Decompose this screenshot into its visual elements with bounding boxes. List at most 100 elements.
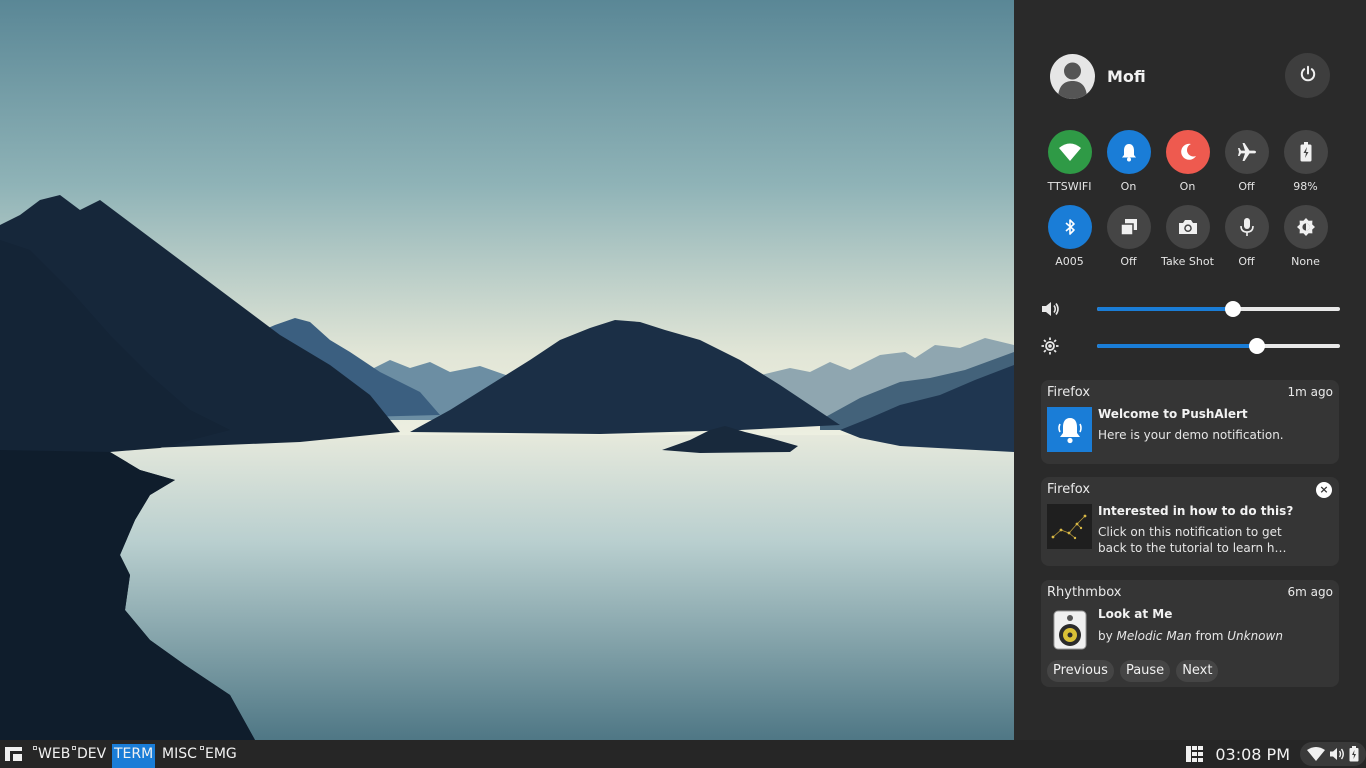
toggle-microphone[interactable]: Off xyxy=(1217,205,1276,268)
taskbar: WEB DEV TERM MISC EMG 03:08 PM xyxy=(0,740,1366,768)
brightness-track[interactable] xyxy=(1097,338,1340,354)
volume-icon xyxy=(1040,299,1060,319)
notification-tutorial[interactable]: Firefox × Interested in how to do this? … xyxy=(1041,477,1339,566)
notification-app-name: Firefox xyxy=(1047,482,1091,497)
toggle-wifi[interactable]: TTSWIFI xyxy=(1040,130,1099,193)
album-name: Unknown xyxy=(1227,629,1283,643)
artist-name: Melodic Man xyxy=(1116,629,1192,643)
avatar[interactable] xyxy=(1050,53,1095,99)
toggle-button[interactable] xyxy=(1165,205,1210,249)
workspace-emg[interactable]: EMG xyxy=(200,744,239,768)
media-controls: Previous Pause Next xyxy=(1047,660,1224,682)
workspace-term[interactable]: TERM xyxy=(112,744,156,768)
desktop-wallpaper xyxy=(0,0,1014,740)
bluetooth-icon xyxy=(1064,218,1076,236)
power-icon xyxy=(1299,65,1317,87)
toggle-brightness-auto[interactable]: None xyxy=(1276,205,1335,268)
toggle-bluetooth[interactable]: A005 xyxy=(1040,205,1099,268)
tray-indicators[interactable] xyxy=(1300,742,1366,766)
notification-media-player[interactable]: Rhythmbox 6m ago Look at Me by Melodic M… xyxy=(1041,580,1339,687)
brightness-fill xyxy=(1097,344,1258,348)
previous-button[interactable]: Previous xyxy=(1047,660,1114,682)
toggle-button[interactable] xyxy=(1106,205,1151,249)
notification-time: 6m ago xyxy=(1287,585,1333,599)
grid-layout-icon[interactable] xyxy=(1186,746,1204,762)
notification-title: Interested in how to do this? xyxy=(1098,504,1294,518)
volume-slider[interactable] xyxy=(1040,297,1340,321)
toggle-battery[interactable]: 98% xyxy=(1276,130,1335,193)
toggle-label: Take Shot xyxy=(1161,255,1214,268)
toggle-label: On xyxy=(1179,180,1196,193)
workspace-label: WEB xyxy=(38,746,71,762)
app-menu-logo-icon[interactable] xyxy=(4,745,23,763)
toggle-button[interactable] xyxy=(1283,130,1328,174)
speaker-icon xyxy=(1047,609,1092,651)
toggle-label: On xyxy=(1120,180,1137,193)
workspace-web[interactable]: WEB xyxy=(33,744,72,768)
volume-fill xyxy=(1097,307,1234,311)
notification-title: Look at Me xyxy=(1098,607,1173,621)
notification-title: Welcome to PushAlert xyxy=(1098,407,1248,421)
clock[interactable]: 03:08 PM xyxy=(1215,745,1290,764)
notification-pushalert[interactable]: Firefox 1m ago Welcome to PushAlert Here… xyxy=(1041,380,1339,464)
notification-app-name: Firefox xyxy=(1047,385,1091,400)
next-button[interactable]: Next xyxy=(1176,660,1219,682)
notification-body: Click on this notification to get back t… xyxy=(1098,525,1287,555)
bell-icon xyxy=(1120,142,1138,162)
brightness-slider[interactable] xyxy=(1040,334,1340,358)
workspace-occupied-indicator xyxy=(72,746,76,750)
wifi-icon[interactable] xyxy=(1307,747,1325,761)
control-panel: Mofi TTSWIFI On On Off 98% A005 Off Take Shot O… xyxy=(1014,0,1366,740)
toggle-label: 98% xyxy=(1293,180,1318,193)
toggle-button[interactable] xyxy=(1224,205,1269,249)
notification-body: Here is your demo notification. xyxy=(1098,428,1284,442)
workspace-label: TERM xyxy=(114,746,154,762)
workspace-misc[interactable]: MISC xyxy=(160,744,199,768)
toggle-label: A005 xyxy=(1055,255,1084,268)
pause-button[interactable]: Pause xyxy=(1119,660,1171,682)
toggle-button[interactable] xyxy=(1106,130,1151,174)
track-info: by Melodic Man from Unknown xyxy=(1098,628,1328,644)
volume-handle[interactable] xyxy=(1225,301,1242,317)
workspace-occupied-indicator xyxy=(33,746,37,750)
toggle-label: Off xyxy=(1238,255,1255,268)
close-icon[interactable]: × xyxy=(1316,482,1332,498)
by-text: by xyxy=(1098,629,1113,643)
wifi-icon xyxy=(1058,143,1081,161)
toggle-label: None xyxy=(1291,255,1320,268)
battery-icon[interactable] xyxy=(1349,746,1359,762)
toggle-button[interactable] xyxy=(1047,205,1092,249)
toggle-airplane[interactable]: Off xyxy=(1217,130,1276,193)
user-info: Mofi xyxy=(1050,53,1146,99)
toggle-bell[interactable]: On xyxy=(1099,130,1158,193)
toggle-camera[interactable]: Take Shot xyxy=(1158,205,1217,268)
workspace-occupied-indicator xyxy=(200,746,204,750)
workspace-label: EMG xyxy=(205,746,237,762)
toggle-button[interactable] xyxy=(1047,130,1092,174)
battery-icon xyxy=(1300,142,1312,162)
volume-track[interactable] xyxy=(1097,301,1340,317)
workspace-dev[interactable]: DEV xyxy=(72,744,108,768)
username: Mofi xyxy=(1107,66,1146,86)
toggle-button[interactable] xyxy=(1283,205,1328,249)
toggle-window-stack[interactable]: Off xyxy=(1099,205,1158,268)
power-button[interactable] xyxy=(1285,53,1330,98)
toggle-label: TTSWIFI xyxy=(1047,180,1092,193)
volume-icon[interactable] xyxy=(1329,747,1345,761)
notification-app-name: Rhythmbox xyxy=(1047,585,1122,600)
window-stack-icon xyxy=(1119,218,1138,236)
moon-icon xyxy=(1178,142,1198,162)
toggle-label: Off xyxy=(1238,180,1255,193)
brightness-handle[interactable] xyxy=(1249,338,1266,354)
pushalert-bell-icon xyxy=(1047,407,1092,452)
notification-time: 1m ago xyxy=(1287,385,1333,399)
brightness-auto-icon xyxy=(1296,217,1316,237)
from-text: from xyxy=(1195,629,1224,643)
workspace-label: DEV xyxy=(77,746,107,762)
toggle-button[interactable] xyxy=(1165,130,1210,174)
camera-icon xyxy=(1178,219,1198,235)
toggle-button[interactable] xyxy=(1224,130,1269,174)
toggle-moon[interactable]: On xyxy=(1158,130,1217,193)
airplane-icon xyxy=(1237,142,1257,162)
system-tray-area: 03:08 PM xyxy=(1186,740,1366,768)
